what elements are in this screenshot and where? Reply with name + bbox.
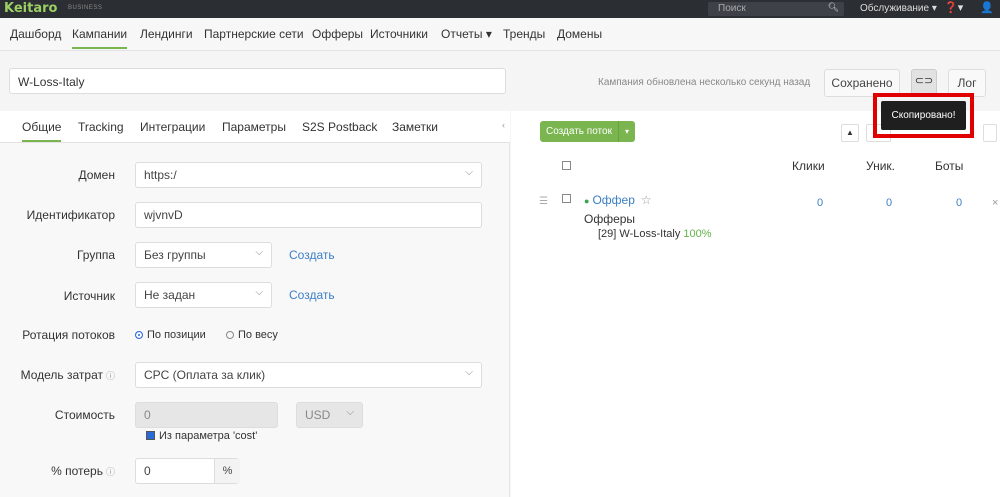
checkbox-checked-icon xyxy=(146,431,155,440)
col-clicks: Клики xyxy=(792,159,825,173)
offer-item: [29] W-Loss-Italy 100% xyxy=(598,228,712,240)
offer-share: 100% xyxy=(683,228,712,240)
create-group-link[interactable]: Создать xyxy=(289,248,335,262)
cost-model-label: Модель затрат ⓘ xyxy=(20,368,115,382)
bots-value[interactable]: 0 xyxy=(956,197,962,209)
radio-unchecked-icon xyxy=(226,331,234,339)
info-icon: ⓘ xyxy=(105,467,115,477)
logo-edition: BUSINESS xyxy=(68,5,103,11)
tab-general[interactable]: Общие xyxy=(22,120,62,142)
copied-tooltip: Скопировано! xyxy=(881,101,966,130)
unique-value[interactable]: 0 xyxy=(886,197,892,209)
copy-link-button[interactable]: ⊂⊃ xyxy=(911,69,937,95)
flow-name[interactable]: ● Оффер ☆ xyxy=(584,193,652,207)
settings-tabs: Общие Tracking Интеграции Параметры S2S … xyxy=(0,111,510,143)
close-icon[interactable]: × xyxy=(992,197,998,209)
cost-label: Стоимость xyxy=(54,408,115,422)
col-bots: Боты xyxy=(935,159,964,173)
nav-reports[interactable]: Отчеты ▾ xyxy=(441,27,492,41)
percent-addon: % xyxy=(214,459,240,483)
rotation-weight-label: По весу xyxy=(238,329,278,341)
settings-panel: Общие Tracking Интеграции Параметры S2S … xyxy=(0,111,510,497)
select-all-checkbox[interactable] xyxy=(562,161,571,170)
create-flow-label: Создать поток xyxy=(546,126,612,137)
cost-model-value: CPC (Оплата за клик) xyxy=(144,368,266,382)
col-unique: Уник. xyxy=(866,159,895,173)
flow-name-text: Оффер xyxy=(592,193,635,207)
chevron-down-icon: ⌵ xyxy=(465,367,473,378)
currency-value: USD xyxy=(305,408,331,422)
domain-select[interactable]: https:/ ⌵ xyxy=(135,162,482,188)
radio-checked-icon xyxy=(135,331,143,339)
create-flow-button[interactable]: Создать поток ▾ xyxy=(540,121,635,142)
tab-parameters[interactable]: Параметры xyxy=(222,120,286,134)
identifier-label: Идентификатор xyxy=(26,208,115,222)
logo[interactable]: Keitaro xyxy=(4,1,57,16)
nav-dashboard[interactable]: Дашборд xyxy=(10,27,61,41)
source-value: Не задан xyxy=(144,288,196,302)
caret-up-icon: ▲ xyxy=(846,128,854,137)
drag-handle-icon[interactable]: ☰ xyxy=(539,196,548,207)
rotation-position-radio[interactable]: По позиции xyxy=(135,329,206,341)
updated-status: Кампания обновлена несколько секунд наза… xyxy=(598,77,811,88)
offer-item-name: [29] W-Loss-Italy xyxy=(598,228,681,240)
group-value: Без группы xyxy=(144,248,206,262)
info-icon: ⓘ xyxy=(105,371,115,381)
nav-sources[interactable]: Источники xyxy=(370,27,428,41)
loss-value: 0 xyxy=(144,464,151,478)
nav-trends[interactable]: Тренды xyxy=(503,27,545,41)
chevron-down-icon: ⌵ xyxy=(255,287,263,298)
create-source-link[interactable]: Создать xyxy=(289,288,335,302)
rotation-position-label: По позиции xyxy=(147,329,206,341)
row-checkbox[interactable] xyxy=(562,194,571,203)
offers-label: Офферы xyxy=(584,212,636,226)
caret-down-icon[interactable]: ▾ xyxy=(618,121,635,142)
cost-input[interactable]: 0 xyxy=(135,402,278,428)
search-icon: 🔍︎ xyxy=(827,2,839,12)
toolbar-button-right[interactable] xyxy=(983,124,997,142)
help-icon[interactable]: ❓▾ xyxy=(944,1,963,14)
chevron-down-icon: ⌵ xyxy=(255,247,263,258)
rotation-label: Ротация потоков xyxy=(22,328,115,342)
main-nav: Дашборд Кампании Лендинги Партнерские се… xyxy=(0,18,1000,51)
chevron-left-icon[interactable]: ‹ xyxy=(502,120,505,130)
nav-offers[interactable]: Офферы xyxy=(312,27,363,41)
rotation-weight-radio[interactable]: По весу xyxy=(226,329,278,341)
domain-value: https:/ xyxy=(144,168,177,182)
chevron-down-icon: ⌵ xyxy=(346,407,354,418)
source-select[interactable]: Не задан ⌵ xyxy=(135,282,272,308)
loss-input[interactable]: 0 % xyxy=(135,458,240,484)
domain-label: Домен xyxy=(78,168,116,182)
top-bar: Keitaro BUSINESS Поиск 🔍︎ Обслуживание ▾… xyxy=(0,0,1000,18)
link-icon: ⊂⊃ xyxy=(914,75,934,87)
tab-s2s-postback[interactable]: S2S Postback xyxy=(302,120,377,134)
tab-tracking[interactable]: Tracking xyxy=(78,120,124,134)
identifier-input[interactable]: wjvnvD xyxy=(135,202,482,228)
currency-select[interactable]: USD ⌵ xyxy=(296,402,363,428)
flows-panel: Создать поток ▾ ▲ Клики Уник. Боты ☰ ● Оф… xyxy=(511,111,1000,497)
clicks-value[interactable]: 0 xyxy=(817,197,823,209)
nav-affiliate-networks[interactable]: Партнерские сети xyxy=(204,27,304,41)
group-select[interactable]: Без группы ⌵ xyxy=(135,242,272,268)
source-label: Источник xyxy=(63,289,115,303)
cost-param-label: Из параметра 'cost' xyxy=(159,430,258,442)
status-dot-icon: ● xyxy=(584,196,590,206)
star-icon[interactable]: ☆ xyxy=(641,193,652,207)
loss-label: % потерь ⓘ xyxy=(51,464,115,478)
cost-model-select[interactable]: CPC (Оплата за клик) ⌵ xyxy=(135,362,482,388)
tab-notes[interactable]: Заметки xyxy=(392,120,438,134)
nav-landings[interactable]: Лендинги xyxy=(140,27,193,41)
nav-campaigns[interactable]: Кампании xyxy=(72,27,128,49)
nav-domains[interactable]: Домены xyxy=(557,27,602,41)
service-menu[interactable]: Обслуживание ▾ xyxy=(860,3,937,14)
user-icon[interactable]: 👤 xyxy=(980,1,994,14)
campaign-name-input[interactable]: W-Loss-Italy xyxy=(9,68,506,94)
group-label: Группа xyxy=(76,248,115,262)
search-placeholder: Поиск xyxy=(718,3,746,14)
chevron-down-icon: ⌵ xyxy=(465,167,473,178)
collapse-up-button[interactable]: ▲ xyxy=(841,124,859,142)
cost-param-checkbox[interactable]: Из параметра 'cost' xyxy=(146,430,257,442)
tab-integrations[interactable]: Интеграции xyxy=(140,120,205,134)
search-input[interactable]: Поиск 🔍︎ xyxy=(708,2,844,16)
